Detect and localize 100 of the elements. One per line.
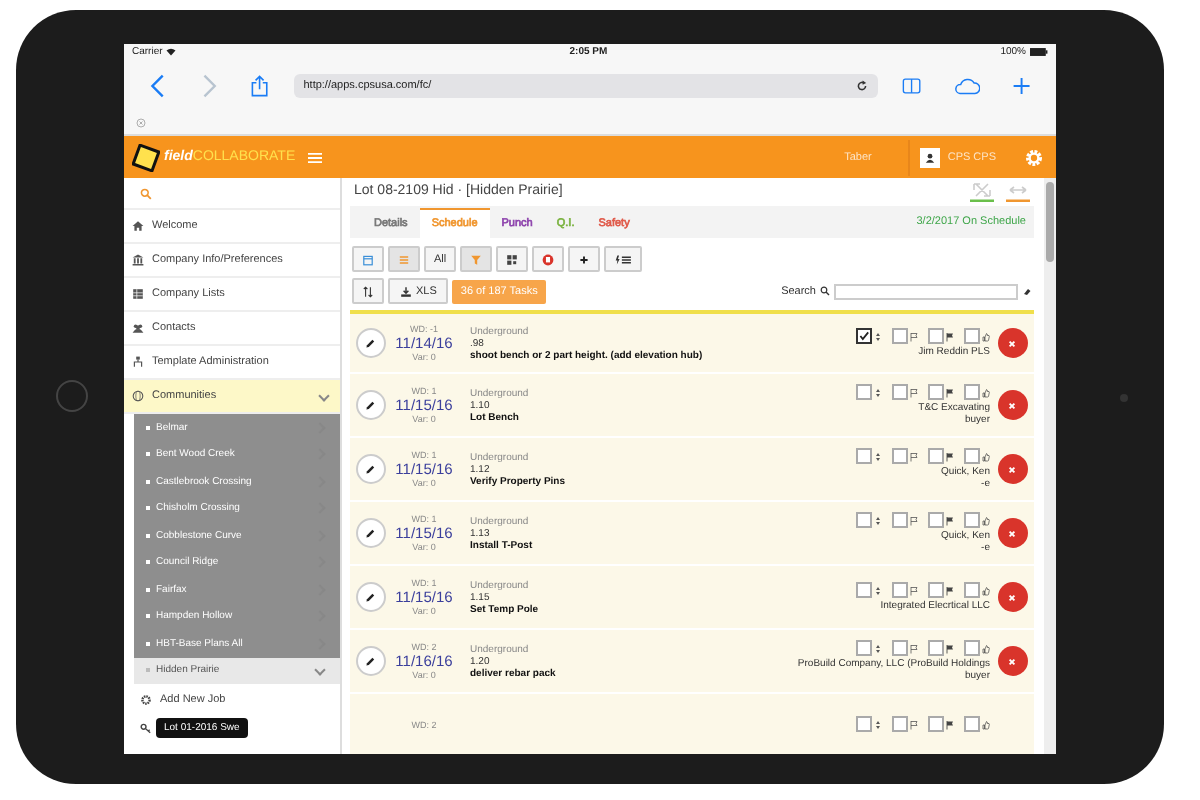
checkbox[interactable] (964, 328, 980, 344)
checkbox[interactable] (964, 512, 980, 528)
checkered-flag-icon (946, 331, 954, 341)
search-icon[interactable] (140, 187, 152, 199)
delete-button[interactable] (997, 646, 1027, 676)
delete-button[interactable] (997, 454, 1027, 484)
book-icon[interactable] (902, 74, 922, 98)
delete-button[interactable] (997, 518, 1027, 548)
scrollbar[interactable] (1044, 178, 1056, 754)
calendar-icon (362, 253, 374, 265)
checkbox[interactable] (928, 582, 944, 598)
plus-button[interactable] (568, 246, 601, 272)
checkbox[interactable] (856, 512, 872, 528)
checkered-flag-icon (946, 515, 954, 525)
flag-outline-icon (910, 585, 918, 595)
home-button[interactable] (56, 380, 88, 412)
flag-outline-icon (910, 515, 918, 525)
table-icon (132, 288, 144, 300)
bank-icon (132, 254, 144, 266)
sort-button[interactable] (352, 278, 384, 304)
checkbox[interactable] (856, 582, 872, 598)
checkbox[interactable] (892, 640, 908, 656)
qr-button[interactable] (496, 246, 529, 272)
edit-button[interactable] (355, 582, 385, 612)
delete-button[interactable] (997, 390, 1027, 420)
search-icon (820, 286, 830, 296)
checkered-flag-icon (946, 451, 954, 461)
checkbox[interactable] (856, 384, 872, 400)
checkbox[interactable] (928, 328, 944, 344)
eraser-icon[interactable] (1022, 286, 1032, 296)
edit-button[interactable] (355, 390, 385, 420)
edit-button[interactable] (355, 454, 385, 484)
close-icon (1006, 655, 1018, 667)
battery-icon (1030, 48, 1048, 56)
forward-icon[interactable] (199, 74, 219, 98)
stop-button[interactable] (532, 246, 565, 272)
checkbox[interactable] (892, 384, 908, 400)
checkered-flag-icon (946, 643, 954, 653)
thumbs-up-icon (982, 719, 990, 729)
checkered-flag-icon (946, 387, 954, 397)
globe-icon (132, 390, 144, 402)
checkbox[interactable] (964, 716, 980, 732)
pencil-icon (364, 337, 376, 349)
key-icon (140, 722, 152, 734)
edit-button[interactable] (355, 518, 385, 548)
flag-outline-icon (910, 331, 918, 341)
pencil-icon (364, 399, 376, 411)
checkbox[interactable] (964, 582, 980, 598)
expand-icon[interactable] (968, 178, 996, 202)
share-icon[interactable] (250, 74, 270, 98)
search-field[interactable] (834, 283, 1018, 299)
checkbox[interactable] (892, 582, 908, 598)
home-icon (132, 220, 144, 232)
menu-icon[interactable] (307, 151, 322, 163)
bolt-list-button[interactable] (604, 246, 643, 272)
checkbox[interactable] (964, 384, 980, 400)
close-icon (1006, 527, 1018, 539)
checkbox[interactable] (928, 384, 944, 400)
bolt-list-icon (614, 253, 633, 265)
cloud-icon[interactable] (953, 74, 981, 98)
checkered-flag-icon (946, 585, 954, 595)
new-tab-icon[interactable] (1012, 74, 1032, 98)
sitemap-icon (132, 356, 144, 368)
stop-loading-icon[interactable] (136, 118, 146, 128)
pencil-icon (364, 655, 376, 667)
checkbox[interactable] (892, 512, 908, 528)
thumbs-up-icon (982, 451, 990, 461)
wifi-icon (166, 48, 177, 56)
checkbox[interactable] (892, 448, 908, 464)
flag-outline-icon (910, 387, 918, 397)
checkbox[interactable] (928, 640, 944, 656)
user-icon (923, 151, 936, 163)
gear-icon (140, 693, 152, 705)
pencil-icon (364, 527, 376, 539)
checkbox[interactable] (856, 716, 872, 732)
checkbox[interactable] (964, 640, 980, 656)
delete-button[interactable] (997, 582, 1027, 612)
edit-button[interactable] (355, 646, 385, 676)
thumbs-up-icon (982, 387, 990, 397)
logo-icon (132, 143, 160, 171)
settings-icon[interactable] (1024, 147, 1044, 167)
list-icon (398, 253, 410, 265)
delete-button[interactable] (997, 328, 1027, 358)
checkbox[interactable] (928, 716, 944, 732)
edit-button[interactable] (355, 328, 385, 358)
checkbox[interactable] (856, 448, 872, 464)
flag-outline-icon (910, 643, 918, 653)
stop-sign-icon (542, 253, 555, 265)
thumbs-up-icon (982, 585, 990, 595)
back-icon[interactable] (148, 74, 168, 98)
checkbox[interactable] (892, 716, 908, 732)
checkered-flag-icon (946, 719, 954, 729)
checkbox[interactable] (928, 448, 944, 464)
checkbox[interactable] (856, 328, 872, 344)
close-icon (1006, 399, 1018, 411)
checkbox[interactable] (892, 328, 908, 344)
reload-icon[interactable] (856, 80, 869, 92)
checkbox[interactable] (964, 448, 980, 464)
checkbox[interactable] (856, 640, 872, 656)
checkbox[interactable] (928, 512, 944, 528)
